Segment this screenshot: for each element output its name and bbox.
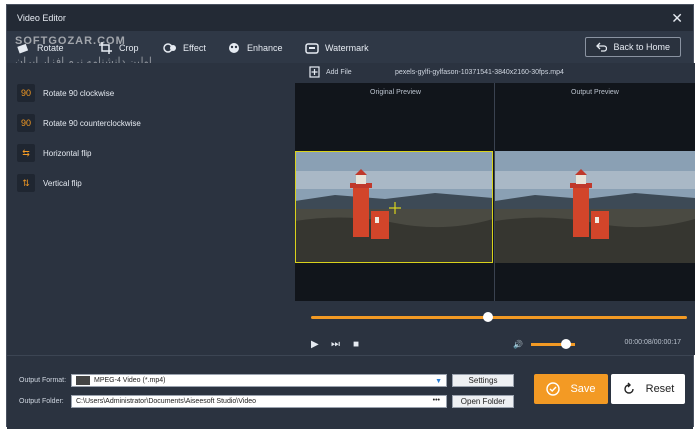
horizontal-flip-label: Horizontal flip <box>43 148 92 158</box>
reset-button[interactable]: Reset <box>611 374 685 404</box>
crop-center-crosshair-icon[interactable] <box>389 202 401 214</box>
back-to-home-label: Back to Home <box>613 42 670 52</box>
original-preview-label: Original Preview <box>370 89 421 96</box>
flip-vertical-icon: ⇅ <box>17 174 35 192</box>
close-icon[interactable]: ✕ <box>671 10 683 27</box>
progress-knob[interactable] <box>482 312 493 322</box>
add-file-icon <box>309 66 320 78</box>
browse-dots-icon[interactable]: ••• <box>433 397 440 404</box>
playback-time: 00:00:08/00:00:17 <box>624 339 681 346</box>
rotate-options-panel: 90 Rotate 90 clockwise 90 Rotate 90 coun… <box>7 63 295 355</box>
watermark-logo: SOFTGOZAR.COM <box>15 35 126 47</box>
output-preview-label: Output Preview <box>571 89 619 96</box>
tab-effect-label: Effect <box>183 43 206 53</box>
back-to-home-button[interactable]: Back to Home <box>585 37 681 57</box>
settings-button[interactable]: Settings <box>452 374 514 387</box>
preview-area: Add File pexels-gylfi-gylfason-10371541-… <box>295 63 695 355</box>
flip-horizontal-icon: ⇆ <box>17 144 35 162</box>
tab-watermark[interactable]: Watermark <box>305 40 369 56</box>
vertical-flip-label: Vertical flip <box>43 178 82 188</box>
file-bar: Add File pexels-gylfi-gylfason-10371541-… <box>295 63 695 84</box>
file-name: pexels-gylfi-gylfason-10371541-3840x2160… <box>395 69 564 76</box>
volume-knob[interactable] <box>561 339 572 349</box>
open-folder-button[interactable]: Open Folder <box>452 395 514 408</box>
add-file-label: Add File <box>326 68 352 76</box>
tab-effect[interactable]: Effect <box>163 40 206 56</box>
output-format-select[interactable]: MPEG-4 Video (*.mp4) ▼ <box>71 374 447 387</box>
volume-icon[interactable]: 🔊 <box>513 340 523 349</box>
tab-watermark-label: Watermark <box>325 43 369 53</box>
output-panel: Output Format: MPEG-4 Video (*.mp4) ▼ Se… <box>7 355 693 429</box>
vertical-flip-option[interactable]: ⇅ Vertical flip <box>17 173 82 193</box>
rotate-clockwise-label: Rotate 90 clockwise <box>43 88 115 98</box>
save-button[interactable]: Save <box>534 374 608 404</box>
output-format-value: MPEG-4 Video (*.mp4) <box>94 377 166 384</box>
title-bar: Video Editor ✕ <box>7 5 693 31</box>
tab-enhance-label: Enhance <box>247 43 283 53</box>
reset-icon <box>623 382 634 394</box>
watermark-icon <box>305 43 319 54</box>
output-folder-field[interactable]: C:\Users\Administrator\Documents\Aiseeso… <box>71 395 447 408</box>
rotate-ccw-icon: 90 <box>17 114 35 132</box>
preview-panels: Original Preview Output Preview <box>295 83 695 301</box>
rotate-clockwise-option[interactable]: 90 Rotate 90 clockwise <box>17 83 114 103</box>
next-frame-icon[interactable]: ⏭ <box>331 339 340 350</box>
check-circle-icon <box>546 382 561 396</box>
rotate-counterclockwise-option[interactable]: 90 Rotate 90 counterclockwise <box>17 113 141 133</box>
output-preview-video <box>495 151 695 263</box>
window-title: Video Editor <box>17 13 66 23</box>
add-file-button[interactable]: Add File <box>309 66 352 78</box>
format-file-icon <box>76 376 90 385</box>
tab-enhance[interactable]: Enhance <box>227 40 283 56</box>
playback-bar: ▶ ⏭ ■ 🔊 00:00:08/00:00:17 <box>295 301 695 355</box>
output-format-label: Output Format: <box>19 377 67 384</box>
enhance-icon <box>229 43 239 53</box>
rotate-counterclockwise-label: Rotate 90 counterclockwise <box>43 118 141 128</box>
progress-track[interactable] <box>311 316 687 319</box>
back-icon <box>596 42 608 52</box>
chevron-down-icon[interactable]: ▼ <box>435 378 442 385</box>
save-label: Save <box>570 383 596 395</box>
effect-icon <box>163 43 176 53</box>
lighthouse-scene-output <box>495 151 695 263</box>
output-folder-value: C:\Users\Administrator\Documents\Aiseeso… <box>76 398 257 405</box>
output-folder-label: Output Folder: <box>19 398 64 405</box>
crop-frame[interactable] <box>295 151 493 263</box>
play-icon[interactable]: ▶ <box>311 339 319 350</box>
rotate-cw-icon: 90 <box>17 84 35 102</box>
reset-label: Reset <box>645 383 675 395</box>
video-editor-window: Video Editor ✕ Rotate Crop Effect Enhanc… <box>6 4 695 429</box>
horizontal-flip-option[interactable]: ⇆ Horizontal flip <box>17 143 91 163</box>
stop-icon[interactable]: ■ <box>353 339 359 350</box>
